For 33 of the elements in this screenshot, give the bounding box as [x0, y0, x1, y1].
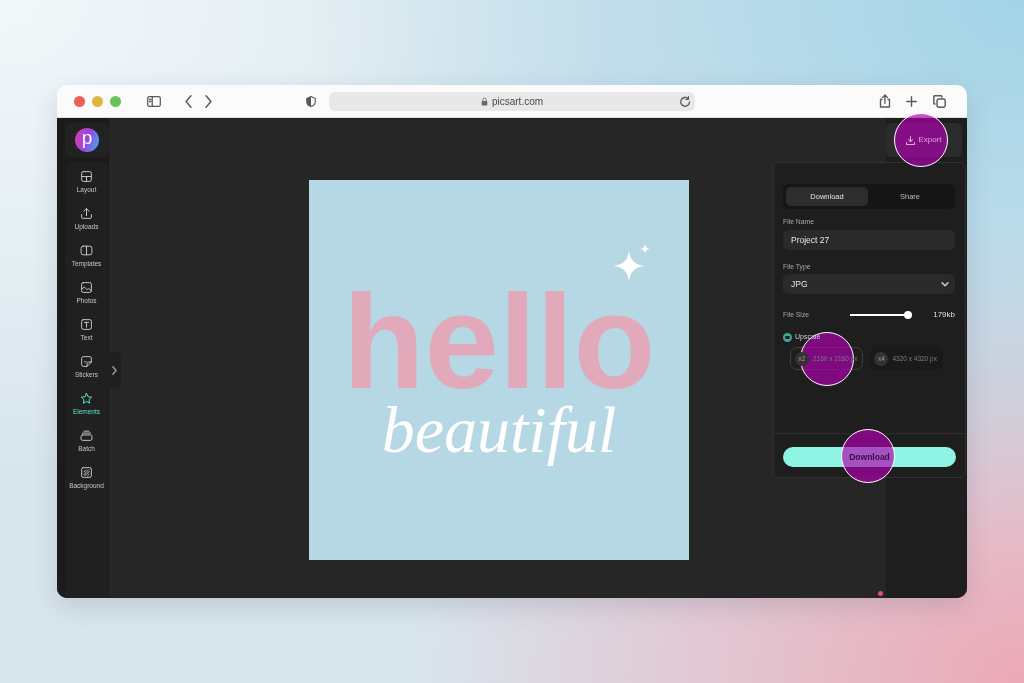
pattern-icon [80, 466, 93, 479]
tabs-icon[interactable] [933, 94, 946, 108]
stack-icon [80, 429, 93, 442]
download-icon [906, 135, 916, 145]
sticker-icon [80, 355, 93, 368]
layout-grid-icon [80, 170, 93, 183]
share-icon[interactable] [879, 94, 891, 108]
notification-dot-icon [878, 591, 883, 596]
sidebar-toggle-icon[interactable] [147, 94, 161, 108]
file-size-slider[interactable] [850, 311, 913, 319]
shield-icon[interactable] [306, 95, 316, 107]
plus-icon[interactable] [906, 95, 917, 107]
book-icon [80, 244, 93, 257]
export-button[interactable]: Export [886, 123, 962, 157]
forward-icon[interactable] [205, 94, 212, 108]
upload-icon [80, 207, 93, 220]
file-size-reading: 179kb [933, 309, 955, 321]
text-icon [80, 318, 93, 331]
star-icon [80, 392, 93, 405]
close-window-icon[interactable] [74, 95, 85, 107]
collapse-handle[interactable] [108, 352, 121, 388]
app-logo[interactable]: p [75, 128, 99, 152]
slider-thumb[interactable] [904, 311, 913, 319]
address-bar[interactable]: picsart.com [329, 91, 695, 111]
reload-icon[interactable] [680, 95, 691, 107]
file-type-dropdown[interactable]: JPG [783, 274, 955, 294]
chevron-right-icon [112, 365, 117, 375]
image-icon [80, 281, 93, 294]
lock-icon [480, 96, 488, 106]
toggle-icon[interactable] [783, 332, 792, 342]
caret-icon [941, 281, 949, 287]
file-name-field[interactable]: Project 27 [783, 230, 955, 250]
back-icon[interactable] [185, 94, 192, 108]
